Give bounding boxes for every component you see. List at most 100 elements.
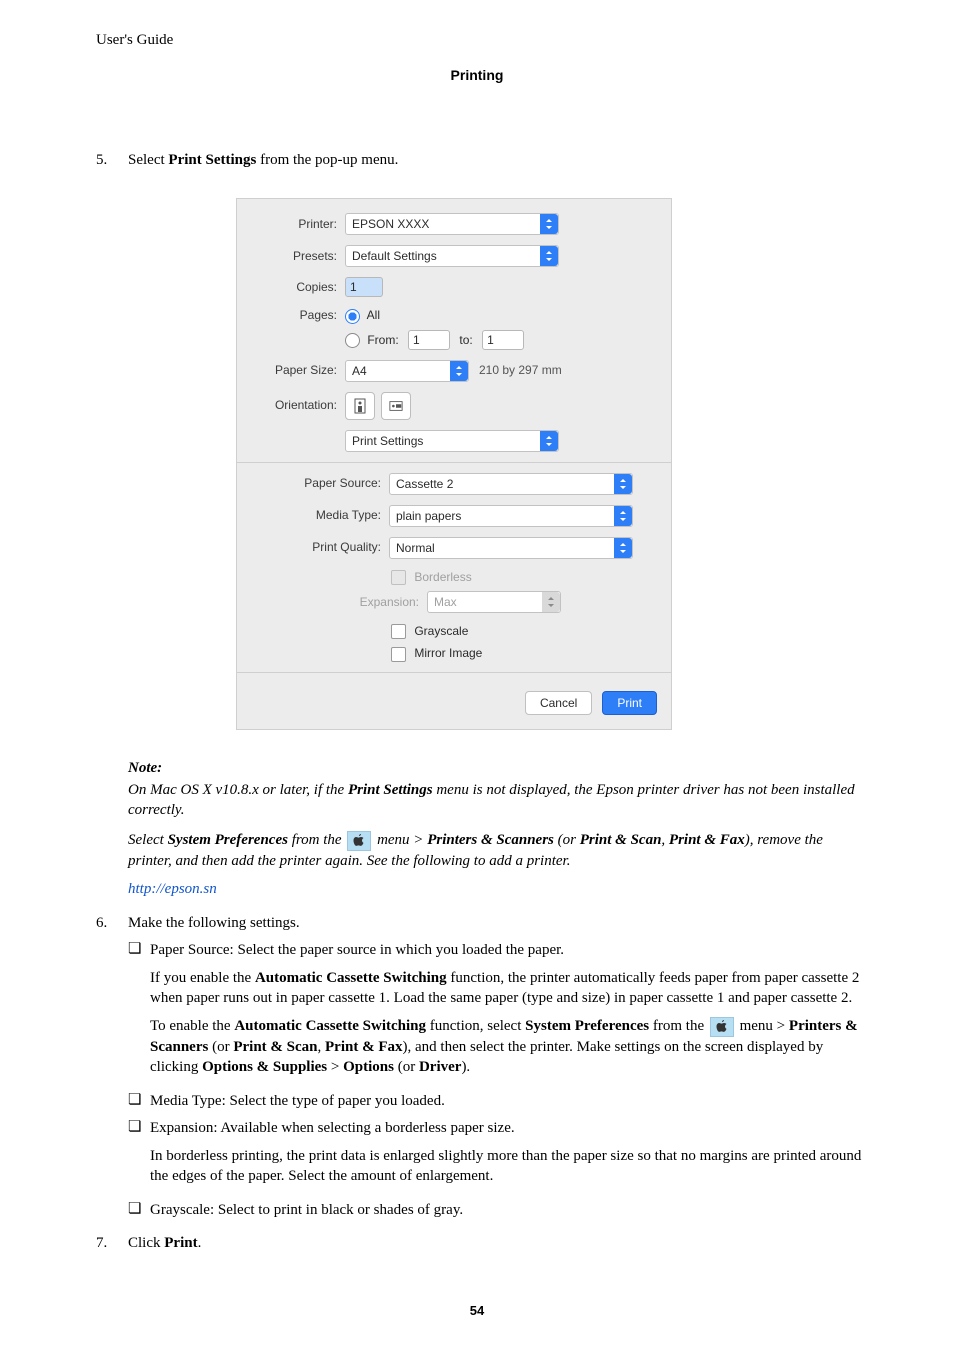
bullet-mark: ❏ <box>128 940 150 1086</box>
media-type-value: plain papers <box>396 506 461 526</box>
pages-all-radio[interactable] <box>345 309 360 324</box>
pages-from-label: From: <box>367 333 398 347</box>
b1-sub2: To enable the Automatic Cassette Switchi… <box>150 1016 866 1077</box>
step-6-num: 6. <box>96 913 128 933</box>
b3-sub: In borderless printing, the print data i… <box>150 1146 866 1187</box>
grayscale-label: Grayscale <box>414 624 468 638</box>
section-menu-select[interactable]: Print Settings <box>345 430 559 452</box>
note2-f: (or <box>554 832 580 848</box>
note-body-2: Select System Preferences from the menu … <box>128 830 866 871</box>
chevron-updown-icon <box>540 431 558 451</box>
note-heading: Note: <box>128 758 866 778</box>
s7a: Click <box>128 1235 164 1251</box>
print-quality-select[interactable]: Normal <box>389 537 633 559</box>
print-dialog: Printer: EPSON XXXX Presets: Default Set… <box>236 198 672 729</box>
orientation-label: Orientation: <box>251 397 345 413</box>
paper-size-select[interactable]: A4 <box>345 360 469 382</box>
step-5-text-a: Select <box>128 152 168 168</box>
note1-b: Print Settings <box>348 782 433 798</box>
pages-range-radio[interactable] <box>345 333 360 348</box>
b1s1a: If you enable the <box>150 970 255 986</box>
bullet-mark: ❏ <box>128 1091 150 1111</box>
b1s2k: Print & Fax <box>325 1039 402 1055</box>
epson-link[interactable]: http://epson.sn <box>128 881 217 897</box>
b1s2b: Automatic Cassette Switching <box>234 1018 426 1034</box>
grayscale-checkbox[interactable] <box>391 624 406 639</box>
step-7-body: Click Print. <box>128 1233 866 1253</box>
note1-a: On Mac OS X v10.8.x or later, if the <box>128 782 348 798</box>
bullet-expansion: ❏ Expansion: Available when selecting a … <box>128 1118 866 1195</box>
b1s2m: Options & Supplies <box>202 1059 327 1075</box>
media-type-label: Media Type: <box>281 507 389 523</box>
b3-text: Expansion: Available when selecting a bo… <box>150 1120 515 1136</box>
orientation-landscape[interactable] <box>381 392 411 420</box>
b2-text: Media Type: Select the type of paper you… <box>150 1091 866 1111</box>
b1s2p: (or <box>394 1059 419 1075</box>
portrait-icon <box>353 398 367 414</box>
presets-value: Default Settings <box>352 246 437 266</box>
chevron-updown-icon <box>614 474 632 494</box>
step-5-text-c: from the pop-up menu. <box>256 152 398 168</box>
pages-label: Pages: <box>251 307 345 323</box>
b1s2e: from the <box>649 1018 708 1034</box>
page-number: 54 <box>0 1302 954 1320</box>
b1s2f: menu > <box>736 1018 789 1034</box>
step-5: 5. Select Print Settings from the pop-up… <box>96 150 866 170</box>
chevron-updown-icon <box>450 361 468 381</box>
b1s2q: Driver <box>419 1059 461 1075</box>
note2-c: from the <box>288 832 345 848</box>
landscape-icon <box>389 398 403 414</box>
b1s2i: Print & Scan <box>233 1039 317 1055</box>
print-quality-label: Print Quality: <box>281 539 389 555</box>
presets-label: Presets: <box>251 248 345 264</box>
apple-menu-icon <box>347 831 371 851</box>
note2-e: Printers & Scanners <box>427 832 554 848</box>
b1s2r: ). <box>461 1059 470 1075</box>
bullet-mark: ❏ <box>128 1200 150 1220</box>
paper-size-value: A4 <box>352 361 367 381</box>
note-body-1: On Mac OS X v10.8.x or later, if the Pri… <box>128 780 866 821</box>
note2-i: Print & Fax <box>669 832 745 848</box>
note2-d: menu > <box>373 832 427 848</box>
mirror-checkbox[interactable] <box>391 647 406 662</box>
pages-to-input[interactable]: 1 <box>482 330 524 350</box>
bullet-media-type: ❏ Media Type: Select the type of paper y… <box>128 1091 866 1111</box>
b1s2d: System Preferences <box>525 1018 649 1034</box>
b1s2h: (or <box>208 1039 233 1055</box>
section-title: Printing <box>0 66 954 85</box>
s7b: Print <box>164 1235 197 1251</box>
step-7-num: 7. <box>96 1233 128 1253</box>
step-7: 7. Click Print. <box>96 1233 866 1253</box>
b1s2n: > <box>327 1059 343 1075</box>
mirror-label: Mirror Image <box>414 646 482 660</box>
chevron-updown-icon <box>614 506 632 526</box>
bullet-grayscale: ❏ Grayscale: Select to print in black or… <box>128 1200 866 1220</box>
chevron-updown-icon <box>540 214 558 234</box>
printer-select[interactable]: EPSON XXXX <box>345 213 559 235</box>
note2-g: Print & Scan <box>580 832 662 848</box>
chevron-updown-icon <box>542 592 560 612</box>
step-6: 6. Make the following settings. <box>96 913 866 933</box>
b4-text: Grayscale: Select to print in black or s… <box>150 1200 866 1220</box>
media-type-select[interactable]: plain papers <box>389 505 633 527</box>
presets-select[interactable]: Default Settings <box>345 245 559 267</box>
b1s2c: function, select <box>426 1018 525 1034</box>
page-header: User's Guide <box>96 30 173 50</box>
print-button[interactable]: Print <box>602 691 657 715</box>
b1s1b: Automatic Cassette Switching <box>255 970 447 986</box>
bullet-paper-source: ❏ Paper Source: Select the paper source … <box>128 940 866 1086</box>
pages-all-label: All <box>367 308 380 322</box>
pages-to-label: to: <box>459 333 472 347</box>
cancel-button[interactable]: Cancel <box>525 691 592 715</box>
chevron-updown-icon <box>614 538 632 558</box>
paper-source-label: Paper Source: <box>281 475 389 491</box>
copies-input[interactable]: 1 <box>345 277 383 297</box>
borderless-checkbox <box>391 570 406 585</box>
b1s2j: , <box>318 1039 326 1055</box>
b1s2o: Options <box>343 1059 394 1075</box>
s7c: . <box>198 1235 202 1251</box>
step-6-body: Make the following settings. <box>128 913 866 933</box>
paper-source-select[interactable]: Cassette 2 <box>389 473 633 495</box>
orientation-portrait[interactable] <box>345 392 375 420</box>
pages-from-input[interactable]: 1 <box>408 330 450 350</box>
